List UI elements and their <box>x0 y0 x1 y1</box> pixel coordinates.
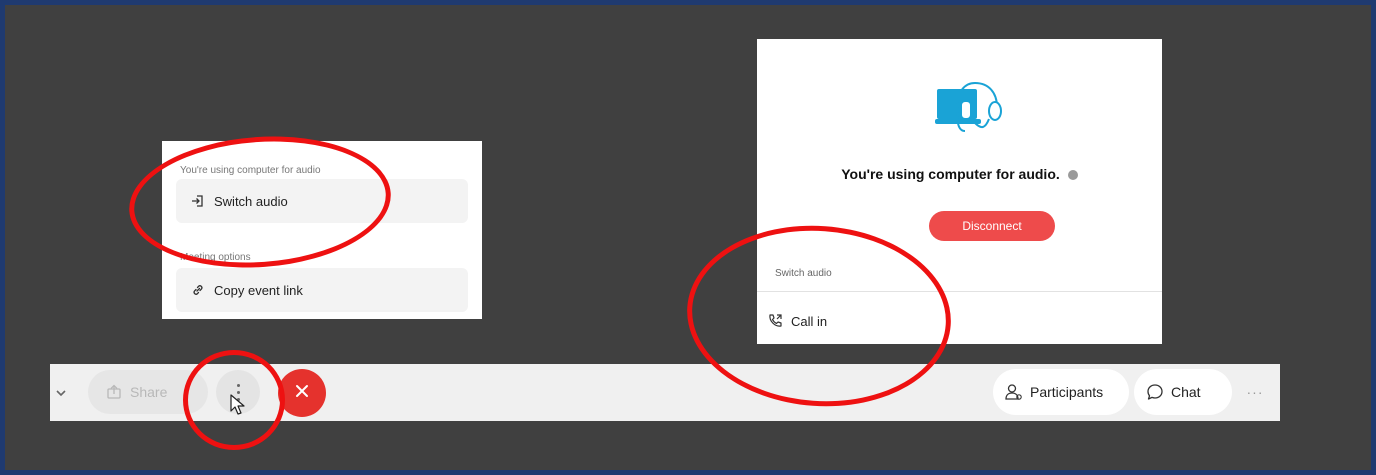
share-label: Share <box>130 384 168 400</box>
call-in-option[interactable]: Call in <box>767 307 827 335</box>
call-in-label: Call in <box>791 313 828 329</box>
link-icon <box>190 283 206 297</box>
overflow-menu-button[interactable]: ··· <box>1240 382 1270 402</box>
switch-audio-menu-item[interactable]: Switch audio <box>176 179 468 223</box>
participants-icon <box>1005 383 1023 401</box>
share-icon <box>106 384 122 400</box>
audio-section-label: You're using computer for audio <box>180 165 321 176</box>
switch-audio-icon <box>190 194 206 208</box>
close-icon <box>295 384 309 403</box>
switch-audio-label: Switch audio <box>214 193 288 209</box>
audio-status-label: You're using computer for audio. <box>841 166 1060 182</box>
meeting-toolbar: Share Participants Chat ··· <box>50 364 1280 421</box>
end-call-button[interactable] <box>278 369 326 417</box>
share-button[interactable]: Share <box>88 370 208 414</box>
audio-status-text: You're using computer for audio. <box>757 166 1162 182</box>
copy-event-link-menu-item[interactable]: Copy event link <box>176 268 468 312</box>
copy-event-link-label: Copy event link <box>214 282 303 298</box>
participants-button[interactable]: Participants <box>993 369 1129 415</box>
phone-icon <box>767 313 783 329</box>
divider <box>757 291 1162 292</box>
chat-label: Chat <box>1171 384 1201 400</box>
participants-label: Participants <box>1030 384 1104 400</box>
info-icon[interactable] <box>1067 170 1078 180</box>
disconnect-button[interactable]: Disconnect <box>929 211 1055 241</box>
chat-button[interactable]: Chat <box>1134 369 1232 415</box>
more-vertical-icon <box>236 383 240 387</box>
computer-audio-illustration <box>935 79 1005 146</box>
chevron-down-icon[interactable] <box>52 384 70 402</box>
meeting-options-label: Meeting options <box>180 252 251 263</box>
mouse-pointer-icon <box>230 394 246 421</box>
audio-options-menu: You're using computer for audio Switch a… <box>162 141 482 319</box>
chat-bubble-icon <box>1146 383 1164 401</box>
audio-connection-dialog: You're using computer for audio. Disconn… <box>757 39 1162 344</box>
switch-audio-section-label: Switch audio <box>775 268 832 279</box>
